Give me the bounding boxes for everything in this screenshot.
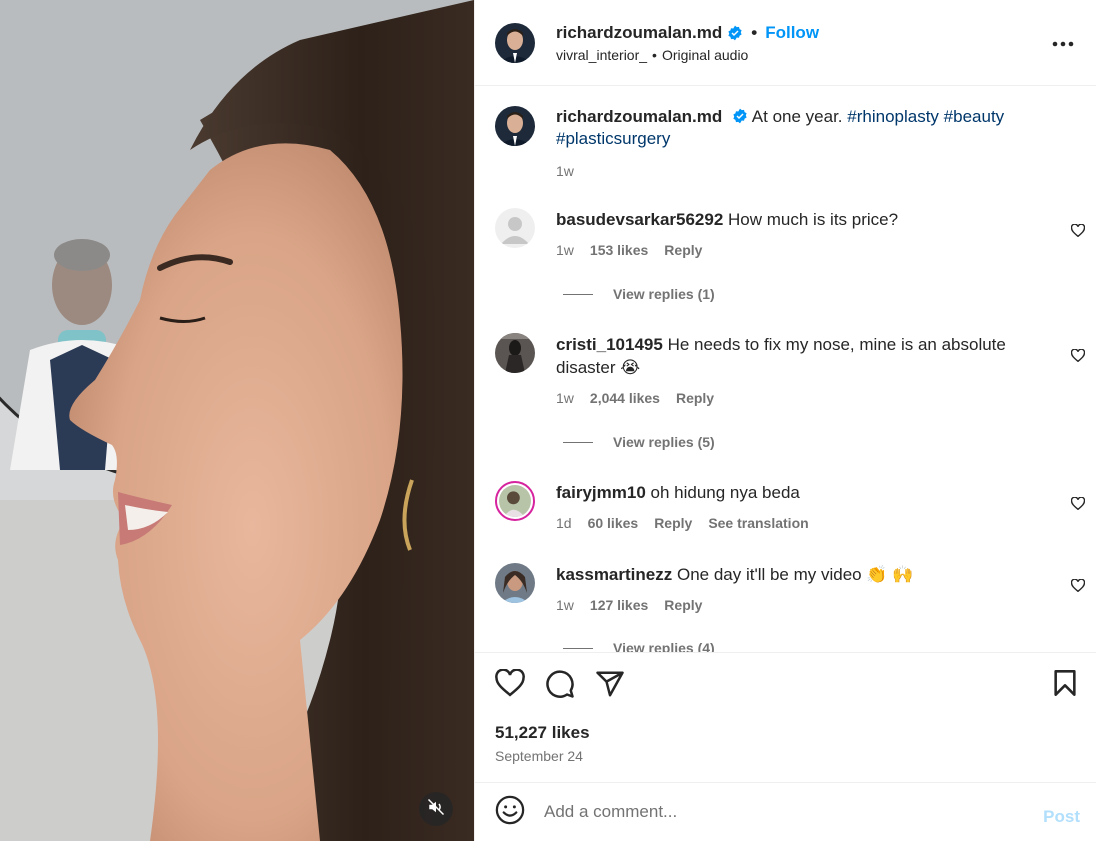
post-media-video[interactable] [0, 0, 474, 841]
author-avatar[interactable] [495, 22, 535, 63]
audio-user-link[interactable]: vivral_interior_ [556, 47, 647, 63]
save-bookmark-icon[interactable] [1052, 669, 1078, 702]
caption-timestamp[interactable]: 1w [556, 160, 574, 182]
reply-button[interactable]: Reply [676, 387, 714, 410]
comment-likes[interactable]: 127 likes [590, 594, 648, 617]
comment-timestamp[interactable]: 1w [556, 239, 574, 262]
post-date[interactable]: September 24 [495, 748, 583, 764]
separator-dot: • [751, 22, 758, 42]
caption-text: At one year. [751, 107, 843, 126]
share-send-icon[interactable] [595, 669, 625, 704]
author-username-link[interactable]: richardzoumalan.md [556, 23, 722, 43]
comment-timestamp[interactable]: 1w [556, 594, 574, 617]
hashtag-link[interactable]: #beauty [944, 107, 1005, 126]
comment-input[interactable] [544, 802, 1004, 822]
post-dialog: richardzoumalan.md • Follow vivral_inter… [0, 0, 1096, 841]
view-replies-button[interactable]: View replies (1) [563, 286, 715, 302]
commenter-username-link[interactable]: kassmartinezz [556, 565, 672, 584]
post-comment-button[interactable]: Post [1043, 807, 1080, 827]
post-caption: richardzoumalan.md At one year. #rhinopl… [495, 106, 1036, 182]
commenter-username-link[interactable]: basudevsarkar56292 [556, 210, 723, 229]
like-comment-heart-icon[interactable] [1070, 578, 1086, 597]
comment-bubble-icon[interactable] [545, 669, 575, 704]
replies-divider [563, 647, 593, 649]
comment-item: kassmartinezz One day it'll be my video … [495, 563, 1086, 617]
commenter-avatar[interactable] [495, 563, 535, 603]
comment-text: One day it'll be my video 👏 🙌 [676, 565, 914, 584]
comment-likes[interactable]: 153 likes [590, 239, 648, 262]
post-actions: 51,227 likes September 24 [475, 652, 1096, 782]
original-audio-link[interactable]: Original audio [662, 47, 748, 63]
comment-item: fairyjmm10 oh hidung nya beda 1d 60 like… [495, 481, 1086, 535]
separator-dot: • [652, 46, 657, 63]
reply-button[interactable]: Reply [664, 594, 702, 617]
mute-toggle-button[interactable] [419, 792, 453, 826]
more-options-icon[interactable] [1052, 34, 1074, 52]
replies-divider [563, 441, 593, 443]
comment-likes[interactable]: 2,044 likes [590, 387, 660, 410]
commenter-avatar-story-ring[interactable] [495, 481, 535, 521]
comment-item: cristi_101495 He needs to fix my nose, m… [495, 333, 1086, 410]
hashtag-link[interactable]: #rhinoplasty [847, 107, 939, 126]
commenter-username-link[interactable]: cristi_101495 [556, 335, 663, 354]
follow-button[interactable]: Follow [765, 23, 819, 43]
caption-username-link[interactable]: richardzoumalan.md [556, 107, 722, 126]
comment-timestamp[interactable]: 1d [556, 512, 572, 535]
video-frame [0, 0, 474, 841]
like-comment-heart-icon[interactable] [1070, 223, 1086, 242]
hashtag-link[interactable]: #plasticsurgery [556, 129, 670, 148]
view-replies-button[interactable]: View replies (4) [563, 640, 715, 652]
see-translation-button[interactable]: See translation [708, 512, 808, 535]
comment-likes[interactable]: 60 likes [588, 512, 639, 535]
likes-count[interactable]: 51,227 likes [495, 723, 590, 743]
reply-button[interactable]: Reply [664, 239, 702, 262]
view-replies-label: View replies (4) [613, 640, 715, 652]
comments-list[interactable]: richardzoumalan.md At one year. #rhinopl… [475, 86, 1096, 652]
speaker-muted-icon [427, 798, 445, 821]
view-replies-button[interactable]: View replies (5) [563, 434, 715, 450]
commenter-avatar[interactable] [495, 333, 535, 373]
commenter-username-link[interactable]: fairyjmm10 [556, 483, 646, 502]
like-comment-heart-icon[interactable] [1070, 496, 1086, 515]
post-header: richardzoumalan.md • Follow vivral_inter… [475, 0, 1096, 86]
like-comment-heart-icon[interactable] [1070, 348, 1086, 367]
emoji-smiley-icon[interactable] [495, 795, 525, 830]
post-side-panel: richardzoumalan.md • Follow vivral_inter… [474, 0, 1096, 841]
comment-text: oh hidung nya beda [650, 483, 800, 502]
verified-badge-icon [732, 108, 748, 124]
comment-composer: Post [475, 782, 1096, 841]
commenter-avatar[interactable] [495, 208, 535, 248]
verified-badge-icon [727, 25, 743, 41]
like-heart-icon[interactable] [495, 668, 525, 704]
view-replies-label: View replies (5) [613, 434, 715, 450]
replies-divider [563, 293, 593, 295]
comment-text: How much is its price? [728, 210, 899, 229]
author-avatar[interactable] [495, 106, 535, 146]
comment-item: basudevsarkar56292 How much is its price… [495, 208, 1086, 262]
comment-timestamp[interactable]: 1w [556, 387, 574, 410]
view-replies-label: View replies (1) [613, 286, 715, 302]
reply-button[interactable]: Reply [654, 512, 692, 535]
